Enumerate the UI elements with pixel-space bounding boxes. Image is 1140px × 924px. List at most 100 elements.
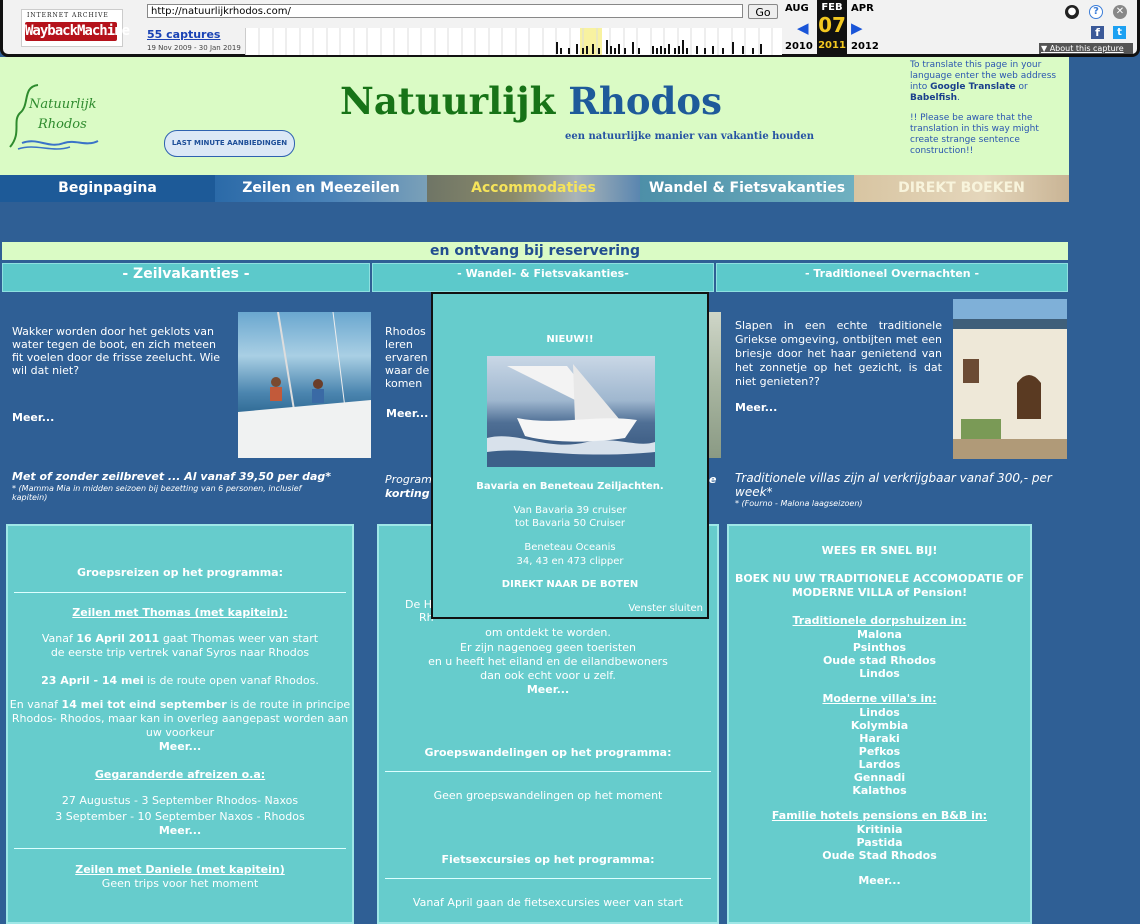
thomas-p1b: 16 April 2011 [76, 632, 160, 645]
pension-3: Oude Stad Rhodos [822, 849, 937, 862]
accommodatie-box: WEES ER SNEL BIJ! BOEK NU UW TRADITIONEL… [727, 524, 1032, 924]
trip-2: 3 September - 10 September Naxos - Rhodo… [55, 810, 305, 823]
col2-promo-a: Program [385, 473, 432, 486]
popup-line4: 34, 43 en 473 clipper [516, 556, 624, 567]
box1-meer-link-1[interactable]: Meer... [8, 740, 352, 754]
box2-meer-link[interactable]: Meer... [379, 683, 717, 697]
nav-wandel-fiets[interactable]: Wandel & Fietsvakanties [640, 175, 854, 202]
thomas-p2a: 23 April - 14 mei [41, 674, 144, 687]
box2-groepswandelingen-none: Geen groepswandelingen op het moment [433, 789, 663, 802]
popup-line3: Beneteau Oceanis [524, 542, 616, 553]
thomas-link[interactable]: Zeilen met Thomas (met kapitein): [8, 606, 352, 620]
gegaranderde-link[interactable]: Gegaranderde afreizen o.a: [8, 768, 352, 782]
box1-title: Groepsreizen op het programma: [76, 566, 284, 579]
villa-1: Lindos [859, 706, 900, 719]
pension-2: Pastida [856, 836, 903, 849]
site-logo[interactable]: Natuurlijk Rhodos [8, 77, 118, 152]
villas-link[interactable]: Moderne villa's in: [729, 692, 1030, 706]
dorpshuis-1: Malona [857, 628, 902, 641]
box1-meer-link-2[interactable]: Meer... [8, 824, 352, 838]
site-subtitle: een natuurlijke manier van vakantie houd… [565, 131, 814, 142]
popup-direkt-link[interactable]: DIREKT NAAR DE BOTEN [433, 579, 707, 590]
dorpshuizen-link[interactable]: Traditionele dorpshuizen in: [729, 614, 1030, 628]
box2-p-d: Er zijn nagenoeg geen toeristen [460, 641, 636, 654]
translate-or: or [1015, 82, 1028, 92]
nav-accommodaties[interactable]: Accommodaties [427, 175, 640, 202]
box2-fiets-text: Vanaf April gaan de fietsexcursies weer … [412, 896, 684, 909]
wayback-next-arrow-icon[interactable]: ▶ [851, 19, 863, 37]
wayback-next-year[interactable]: 2012 [851, 41, 879, 52]
wayback-captures-link[interactable]: 55 captures [147, 28, 220, 41]
sailboat-graphic [487, 364, 655, 467]
wayback-next-month[interactable]: APR [851, 3, 874, 14]
wayback-current-month: FEB [821, 2, 843, 13]
col1-meer-link[interactable]: Meer... [12, 411, 54, 424]
village-house-photo [953, 299, 1067, 459]
babelfish-link[interactable]: Babelfish [910, 93, 957, 103]
village-house-graphic [953, 299, 1067, 459]
thomas-season-text: En vanaf 14 mei tot eind september is de… [8, 698, 352, 740]
villa-6: Gennadi [853, 771, 906, 784]
col3-fineprint: * (Fourno - Malona laagseizoen) [735, 499, 863, 508]
logo-text-line2: Rhodos [38, 117, 87, 132]
wayback-sparkline[interactable] [245, 28, 782, 55]
facebook-icon[interactable]: f [1091, 26, 1104, 39]
wayback-prev-arrow-icon[interactable]: ◀ [797, 19, 809, 37]
thomas-p3b: 14 mei tot eind september [61, 698, 227, 711]
nav-direkt-boeken[interactable]: DIREKT BOEKEN [854, 175, 1069, 202]
col2-promo-b: korting [385, 487, 430, 500]
colhead-wandel: - Wandel- & Fietsvakanties- [372, 263, 714, 292]
villa-3: Haraki [859, 732, 900, 745]
col2-meer-link[interactable]: Meer... [386, 407, 428, 420]
popup-close-link[interactable]: Venster sluiten [628, 603, 703, 614]
translate-dot: . [957, 93, 960, 103]
villa-7: Kalathos [852, 784, 907, 797]
thomas-route-text: 23 April - 14 mei is de route open vanaf… [8, 674, 352, 688]
site-title-part1: Natuurlijk [340, 79, 556, 123]
twitter-icon[interactable]: t [1113, 26, 1126, 39]
col3-intro: Slapen in een echte traditionele Griekse… [735, 319, 942, 388]
nav-zeilen[interactable]: Zeilen en Meezeilen [215, 175, 427, 202]
user-icon[interactable]: ● [1065, 5, 1079, 19]
help-icon[interactable]: ? [1089, 5, 1103, 19]
translate-notice: To translate this page in your language … [910, 60, 1060, 157]
villa-4: Pefkos [858, 745, 901, 758]
wayback-logo[interactable]: INTERNET ARCHIVE WaybackMachine [21, 9, 130, 47]
col3-meer-link[interactable]: Meer... [735, 401, 777, 414]
box2-p-c: om ontdekt te worden. [485, 626, 611, 639]
col3-promo: Traditionele villas zijn al verkrijgbaar… [735, 471, 1052, 499]
translate-warning: !! Please be aware that the translation … [910, 113, 1039, 156]
wayback-url-input[interactable]: http://natuurlijkrhodos.com/ [147, 4, 743, 18]
col1-promo: Met of zonder zeilbrevet ... Al vanaf 39… [12, 470, 332, 483]
thomas-p3a: En vanaf [9, 698, 62, 711]
last-minute-button[interactable]: LAST MINUTE AANBIEDINGEN [164, 130, 295, 157]
wayback-prev-month[interactable]: AUG [785, 3, 809, 14]
dorpshuizen-list: Malona Psinthos Oude stad Rhodos Lindos [729, 628, 1030, 680]
google-translate-link[interactable]: Google Translate [930, 82, 1016, 92]
close-icon[interactable]: ✕ [1113, 5, 1127, 19]
sailing-photo [238, 312, 371, 458]
col1-intro: Wakker worden door het geklots van water… [12, 325, 221, 377]
pensions-link[interactable]: Familie hotels pensions en B&B in: [729, 809, 1030, 823]
logo-text-line1: Natuurlijk [29, 97, 97, 112]
sailing-photo-graphic [238, 312, 371, 458]
thomas-p1c: gaat Thomas weer van start [159, 632, 319, 645]
box3-hurry: WEES ER SNEL BIJ! [821, 544, 938, 557]
daniele-link[interactable]: Zeilen met Daniele (met kapitein) [8, 863, 352, 877]
box2-p-e: en u heeft het eiland en de eilandbewone… [428, 655, 668, 668]
popup-new-label: NIEUW!! [546, 334, 594, 345]
about-capture-link[interactable]: ▼ About this capture [1039, 43, 1133, 54]
nav-beginpagina[interactable]: Beginpagina [0, 175, 215, 202]
dorpshuis-3: Oude stad Rhodos [822, 654, 937, 667]
wayback-prev-year[interactable]: 2010 [785, 41, 813, 52]
box3-meer-link[interactable]: Meer... [729, 874, 1030, 888]
wayback-go-button[interactable]: Go [748, 4, 778, 19]
main-nav: Beginpagina Zeilen en Meezeilen Accommod… [0, 175, 1069, 202]
box2-p-a: De H [405, 598, 433, 611]
colhead-traditioneel: - Traditioneel Overnachten - [716, 263, 1068, 292]
col2-intro: Rhodos leren ervaren waar de komen [385, 325, 430, 390]
thomas-p1d: de eerste trip vertrek vanaf Syros naar … [50, 646, 310, 659]
box1-divider-2 [14, 848, 346, 849]
sailboat-photo[interactable] [487, 356, 655, 467]
villa-5: Lardos [858, 758, 901, 771]
